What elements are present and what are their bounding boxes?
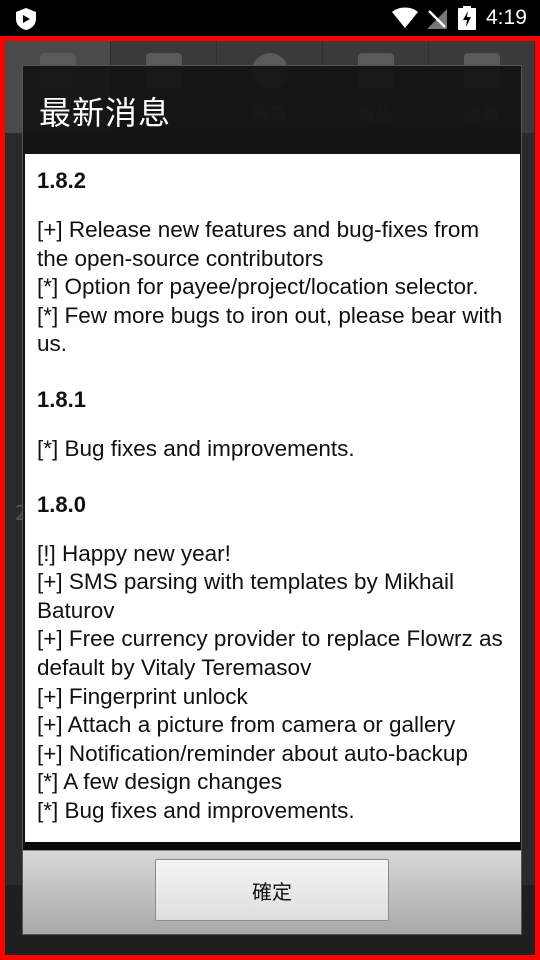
ok-button[interactable]: 確定: [155, 859, 389, 921]
changelog-line: [*] Bug fixes and improvements.: [37, 797, 355, 823]
changelog-line: [+] SMS parsing with templates by Mikhai…: [37, 569, 455, 623]
changelog-line: [*] Bug fixes and improvements.: [37, 435, 355, 461]
whats-new-dialog: 最新消息 1.8.2 [+] Release new features and …: [22, 65, 522, 935]
dialog-button-bar: 確定: [23, 850, 521, 934]
version-heading: 1.8.2: [37, 168, 86, 193]
changelog-notes: [!] Happy new year! [+] SMS parsing with…: [37, 540, 508, 826]
changelog-notes: [*] Bug fixes and improvements.: [37, 435, 508, 464]
changelog-line: [+] Notification/reminder about auto-bac…: [37, 740, 468, 766]
changelog-notes: [+] Release new features and bug-fixes f…: [37, 216, 508, 359]
changelog-line: [*] Option for payee/project/location se…: [37, 274, 479, 300]
changelog-section: 1.8.0 [!] Happy new year! [+] SMS parsin…: [37, 488, 508, 826]
battery-charging-icon: [458, 6, 476, 30]
changelog-content[interactable]: 1.8.2 [+] Release new features and bug-f…: [25, 154, 520, 842]
changelog-line: [*] A few design changes: [37, 769, 283, 795]
no-signal-icon: [427, 9, 447, 29]
shield-icon: [16, 8, 36, 30]
version-heading: 1.8.0: [37, 491, 86, 517]
dialog-divider: [25, 842, 520, 850]
changelog-line: [+] Free currency provider to replace Fl…: [37, 626, 503, 680]
changelog-line: [!] Happy new year!: [37, 540, 231, 566]
dialog-title: 最新消息: [39, 94, 172, 132]
status-clock: 4:19: [486, 6, 527, 29]
changelog-line: [*] Few more bugs to iron out, please be…: [37, 302, 503, 357]
status-bar: 4:19: [0, 0, 540, 36]
changelog-line: [+] Release new features and bug-fixes f…: [37, 217, 480, 271]
changelog-section: 1.8.1 [*] Bug fixes and improvements.: [37, 383, 508, 464]
wifi-icon: [392, 7, 418, 28]
changelog-section: 1.8.2 [+] Release new features and bug-f…: [37, 164, 508, 359]
version-heading: 1.8.1: [37, 386, 86, 412]
changelog-line: [+] Fingerprint unlock: [37, 683, 248, 709]
changelog-line: [+] Attach a picture from camera or gall…: [37, 712, 456, 738]
